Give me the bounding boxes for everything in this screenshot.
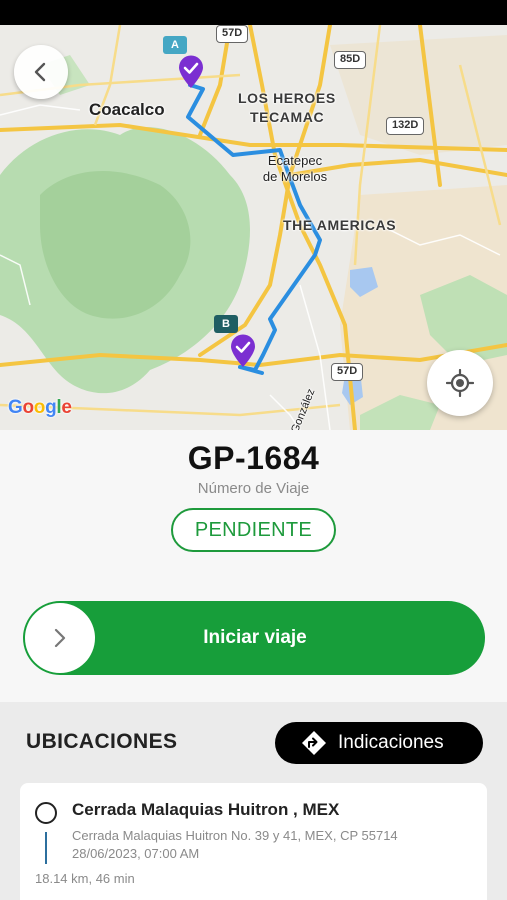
trip-number: GP-1684	[187, 440, 320, 476]
trip-status-badge: PENDIENTE	[171, 508, 336, 552]
status-bar	[0, 0, 507, 25]
trip-number-caption: Número de Viaje	[197, 480, 310, 497]
marker-a-tag: A	[163, 36, 187, 54]
highway-shield-57d-top: 57D	[216, 25, 249, 43]
google-logo: Google	[8, 397, 72, 419]
back-button[interactable]	[14, 45, 68, 99]
directions-button[interactable]: Indicaciones	[275, 722, 483, 764]
my-location-button[interactable]	[427, 350, 493, 416]
location-title: Cerrada Malaquias Huitron , MEX	[72, 800, 340, 819]
marker-b-tag: B	[214, 315, 238, 333]
google-logo-letter: G	[8, 397, 23, 418]
map-label-coacalco: Coacalco	[89, 100, 165, 119]
map-label-ecatepec: Ecatepec de Morelos	[258, 153, 332, 185]
google-logo-letter: g	[45, 397, 57, 418]
start-trip-label: Iniciar viaje	[203, 627, 307, 648]
location-radio-icon	[35, 802, 57, 824]
location-datetime: 28/06/2023, 07:00 AM	[72, 846, 200, 861]
crosshair-icon	[446, 369, 474, 397]
map-label-ecatepec-line1: Ecatepec	[267, 153, 323, 168]
locations-title: UBICACIONES	[26, 730, 178, 753]
google-logo-letter: o	[22, 397, 34, 418]
location-distance: 18.14 km, 46 min	[35, 871, 135, 886]
destination-pin-icon[interactable]	[230, 334, 256, 373]
map-label-tecamac: TECAMAC	[250, 109, 325, 125]
highway-shield-85d: 85D	[334, 51, 367, 69]
origin-pin-icon[interactable]	[178, 55, 204, 94]
highway-shield-132d: 132D	[386, 117, 425, 135]
google-logo-letter: o	[33, 397, 46, 418]
chevron-left-icon	[34, 62, 46, 82]
map-label-ecatepec-line2: de Morelos	[262, 169, 328, 184]
map-label-the-americas: THE AMERICAS	[283, 217, 397, 233]
start-trip-slider-handle[interactable]	[25, 603, 95, 673]
route-connector-line	[45, 832, 47, 864]
directions-label: Indicaciones	[338, 732, 444, 753]
google-logo-letter: e	[61, 397, 72, 418]
map-label-los-heroes: LOS HEROES	[238, 90, 336, 106]
highway-shield-57d-bottom: 57D	[331, 363, 364, 381]
directions-icon	[302, 731, 326, 755]
location-address: Cerrada Malaquias Huitron No. 39 y 41, M…	[72, 828, 398, 843]
chevron-right-icon	[54, 628, 66, 648]
